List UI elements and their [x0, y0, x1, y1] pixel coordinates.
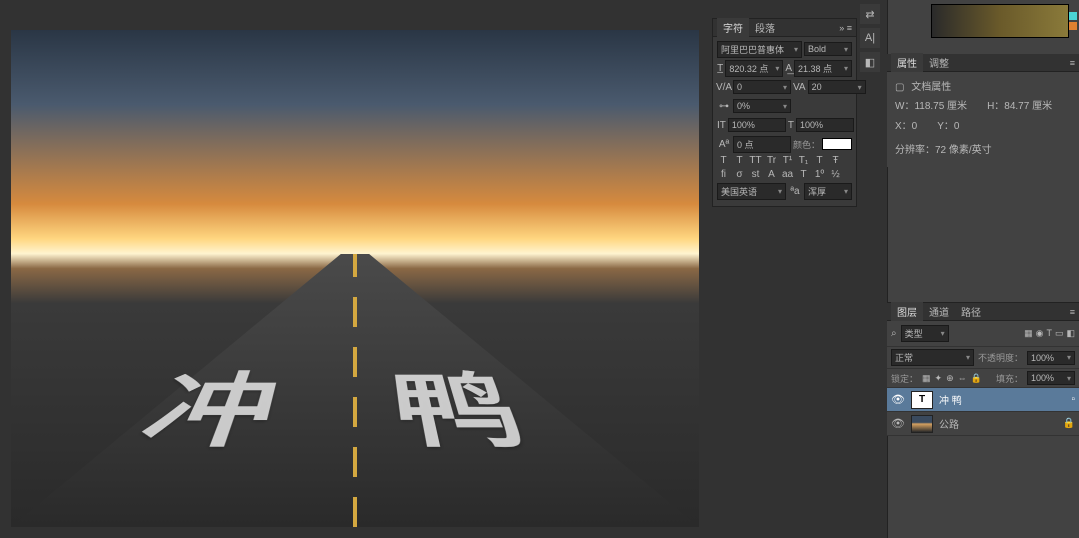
side-icon-strip: ⇄ A| ◧ [860, 4, 884, 72]
filter-shape-icon[interactable]: ▭ [1055, 328, 1064, 339]
ordinals[interactable]: 1º [813, 169, 826, 180]
props-menu-icon[interactable]: ≡ [1070, 58, 1075, 68]
aa-icon: ªa [788, 186, 802, 197]
filter-adjust-icon[interactable]: ◉ [1036, 328, 1044, 339]
language-select[interactable]: 美国英语▾ [717, 183, 786, 200]
prop-resolution: 分辨率：72 像素/英寸 [895, 143, 1071, 159]
navigator-preview[interactable] [931, 4, 1069, 38]
ligatures[interactable]: fi [717, 169, 730, 180]
lock-transparent-icon[interactable]: ▦ [922, 373, 931, 384]
faux-italic[interactable]: T [733, 155, 746, 166]
layers-menu-icon[interactable]: ≡ [1070, 307, 1075, 317]
opacity-input[interactable]: 100%▾ [1027, 351, 1075, 365]
tab-paths[interactable]: 路径 [955, 302, 987, 321]
color-chip-1[interactable] [1069, 12, 1077, 20]
swash[interactable]: A [765, 169, 778, 180]
font-family-select[interactable]: 阿里巴巴普惠体▾ [717, 41, 802, 58]
strikethrough[interactable]: Ŧ [829, 155, 842, 166]
lock-image-icon[interactable]: ✦ [935, 373, 943, 384]
side-icon-3[interactable]: ◧ [860, 52, 880, 72]
color-chip-2[interactable] [1069, 22, 1077, 30]
kerning-icon: V/A [717, 82, 731, 93]
layer-text[interactable]: 👁 T 冲 鸭 ▫ [887, 388, 1079, 412]
antialiasing-select[interactable]: 浑厚▾ [804, 183, 852, 200]
alt-lig[interactable]: σ [733, 169, 746, 180]
leading-input[interactable]: 21.38 点▾ [794, 60, 852, 77]
layer-effects-icon[interactable]: ▫ [1071, 394, 1075, 405]
stylistic[interactable]: aa [781, 169, 794, 180]
panel-collapse[interactable]: » ≡ [839, 23, 852, 33]
underline[interactable]: T [813, 155, 826, 166]
filter-smart-icon[interactable]: ◧ [1066, 328, 1075, 339]
leading-icon: A͟ [785, 63, 792, 74]
tab-channels[interactable]: 通道 [923, 302, 955, 321]
lock-position-icon[interactable]: ⊕ [946, 373, 954, 384]
font-weight-select[interactable]: Bold▾ [804, 42, 852, 56]
prop-width: W：118.75 厘米 [895, 99, 967, 115]
faux-bold[interactable]: T [717, 155, 730, 166]
lock-all-icon[interactable]: 🔒 [971, 373, 982, 384]
hscale-input[interactable]: 100% [796, 118, 854, 132]
small-caps[interactable]: Tr [765, 155, 778, 166]
tracking-input[interactable]: 20▾ [808, 80, 866, 94]
filter-search-icon[interactable]: ⌕ [891, 328, 897, 339]
props-title: 文档属性 [911, 80, 951, 96]
vscale-input[interactable]: 100% [728, 118, 786, 132]
hscale-icon: T [788, 120, 794, 131]
tracking-icon: VA [793, 82, 806, 93]
side-icon-1[interactable]: ⇄ [860, 4, 880, 24]
opacity-label: 不透明度： [978, 351, 1023, 364]
layer-thumbnail: T [911, 391, 933, 409]
titling[interactable]: T [797, 169, 810, 180]
superscript[interactable]: T¹ [781, 155, 794, 166]
character-panel: 字符 段落 » ≡ 阿里巴巴普惠体▾ Bold▾ T̲ 820.32 点▾ A͟… [712, 18, 857, 207]
visibility-toggle[interactable]: 👁 [891, 417, 905, 430]
document-icon: ▢ [895, 80, 904, 96]
prop-x: X：0 [895, 119, 917, 135]
tracking2-input[interactable]: 0%▾ [733, 99, 791, 113]
subscript[interactable]: T₁ [797, 155, 810, 166]
tab-character[interactable]: 字符 [717, 18, 749, 37]
prop-height: H：84.77 厘米 [987, 99, 1052, 115]
kerning-input[interactable]: 0▾ [733, 80, 791, 94]
visibility-toggle[interactable]: 👁 [891, 393, 905, 406]
layer-thumbnail [911, 415, 933, 433]
canvas[interactable]: 冲 鸭 [11, 30, 699, 527]
blend-mode-select[interactable]: 正常▾ [891, 349, 974, 366]
layers-panel: 图层 通道 路径 ≡ ⌕ 类型▾ ▦ ◉ T ▭ ◧ 正常▾ 不透明度： 100… [887, 302, 1079, 436]
lock-artboard-icon[interactable]: ⇔ [958, 373, 967, 383]
text-color-swatch[interactable] [822, 138, 852, 150]
vscale-icon: IT [717, 120, 726, 131]
layer-name[interactable]: 公路 [939, 416, 1057, 431]
baseline-input[interactable]: 0 点 [733, 136, 791, 153]
side-icon-2[interactable]: A| [860, 28, 880, 48]
filter-type-icon[interactable]: T [1046, 328, 1052, 339]
properties-panel: 属性 调整 ≡ ▢ 文档属性 W：118.75 厘米 H：84.77 厘米 X：… [887, 54, 1079, 167]
layer-lock-icon[interactable]: 🔒 [1063, 418, 1075, 429]
tab-paragraph[interactable]: 段落 [749, 18, 781, 37]
prop-y: Y：0 [937, 119, 959, 135]
all-caps[interactable]: TT [749, 155, 762, 166]
layer-name[interactable]: 冲 鸭 [939, 392, 1065, 407]
fontsize-icon: T̲ [717, 63, 723, 74]
fill-input[interactable]: 100%▾ [1027, 371, 1075, 385]
fractions[interactable]: ½ [829, 169, 842, 180]
tab-adjustments[interactable]: 调整 [923, 53, 955, 72]
layer-image[interactable]: 👁 公路 🔒 [887, 412, 1079, 436]
text-style-row2: fi σ st A aa T 1º ½ [717, 169, 852, 180]
baseline-icon: Aª [717, 139, 731, 150]
text-style-row1: T T TT Tr T¹ T₁ T Ŧ [717, 155, 852, 166]
tab-properties[interactable]: 属性 [891, 53, 923, 72]
right-dock: 属性 调整 ≡ ▢ 文档属性 W：118.75 厘米 H：84.77 厘米 X：… [887, 0, 1079, 538]
font-size-input[interactable]: 820.32 点▾ [725, 60, 783, 77]
layer-filter-kind[interactable]: 类型▾ [901, 325, 949, 342]
tab-layers[interactable]: 图层 [891, 302, 923, 321]
canvas-text[interactable]: 冲 鸭 [119, 352, 591, 467]
color-label: 颜色： [793, 138, 820, 151]
lock-label: 锁定： [891, 372, 918, 385]
disc-lig[interactable]: st [749, 169, 762, 180]
tracking2-icon: ⊶ [717, 101, 731, 112]
fill-label: 填充： [986, 372, 1023, 385]
filter-pixel-icon[interactable]: ▦ [1024, 328, 1033, 339]
